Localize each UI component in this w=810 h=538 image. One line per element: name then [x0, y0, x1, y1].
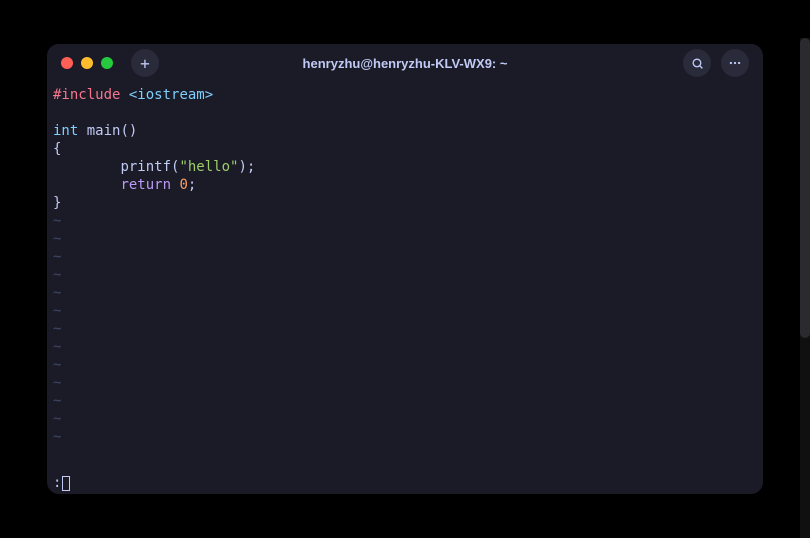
close-button[interactable] [61, 57, 73, 69]
vim-empty-line: ~ [53, 302, 757, 320]
plus-icon: + [140, 54, 150, 73]
preproc-directive: #include [53, 87, 120, 103]
parentheses: () [120, 123, 137, 139]
include-header: <iostream> [129, 87, 213, 103]
traffic-lights [61, 57, 113, 69]
right-controls [683, 49, 749, 77]
vim-empty-line: ~ [53, 284, 757, 302]
vim-empty-line: ~ [53, 230, 757, 248]
window-title: henryzhu@henryzhu-KLV-WX9: ~ [303, 56, 508, 71]
minimize-button[interactable] [81, 57, 93, 69]
new-tab-button[interactable]: + [131, 49, 159, 77]
vim-command-line[interactable]: : [53, 474, 70, 492]
code-line-5: printf("hello"); [53, 158, 757, 176]
close-paren-semi: ); [238, 159, 255, 175]
code-line-3: int main() [53, 122, 757, 140]
printf-call: printf [120, 159, 171, 175]
vim-empty-line: ~ [53, 266, 757, 284]
search-button[interactable] [683, 49, 711, 77]
vim-empty-line: ~ [53, 212, 757, 230]
vim-empty-line: ~ [53, 338, 757, 356]
code-line-4: { [53, 140, 757, 158]
terminal-body[interactable]: #include <iostream> int main() { printf(… [47, 82, 763, 494]
command-prompt: : [53, 474, 61, 492]
function-name: main [87, 123, 121, 139]
cursor [62, 476, 70, 491]
more-icon [728, 56, 742, 70]
vim-empty-line: ~ [53, 320, 757, 338]
vim-empty-line: ~ [53, 392, 757, 410]
number-literal: 0 [179, 177, 187, 193]
indent [53, 159, 120, 175]
type-keyword: int [53, 123, 78, 139]
indent [53, 177, 120, 193]
close-brace: } [53, 195, 61, 211]
open-brace: { [53, 141, 61, 157]
vim-empty-line: ~ [53, 248, 757, 266]
vim-empty-line: ~ [53, 374, 757, 392]
vim-empty-line: ~ [53, 410, 757, 428]
return-keyword: return [120, 177, 171, 193]
maximize-button[interactable] [101, 57, 113, 69]
search-icon [691, 57, 704, 70]
string-literal: "hello" [179, 159, 238, 175]
vim-empty-line: ~ [53, 356, 757, 374]
menu-button[interactable] [721, 49, 749, 77]
titlebar: + henryzhu@henryzhu-KLV-WX9: ~ [47, 44, 763, 82]
vim-empty-line: ~ [53, 428, 757, 446]
code-line-2 [53, 104, 757, 122]
code-line-7: } [53, 194, 757, 212]
semicolon: ; [188, 177, 196, 193]
code-line-1: #include <iostream> [53, 86, 757, 104]
terminal-window: + henryzhu@henryzhu-KLV-WX9: ~ #include … [47, 44, 763, 494]
code-line-6: return 0; [53, 176, 757, 194]
